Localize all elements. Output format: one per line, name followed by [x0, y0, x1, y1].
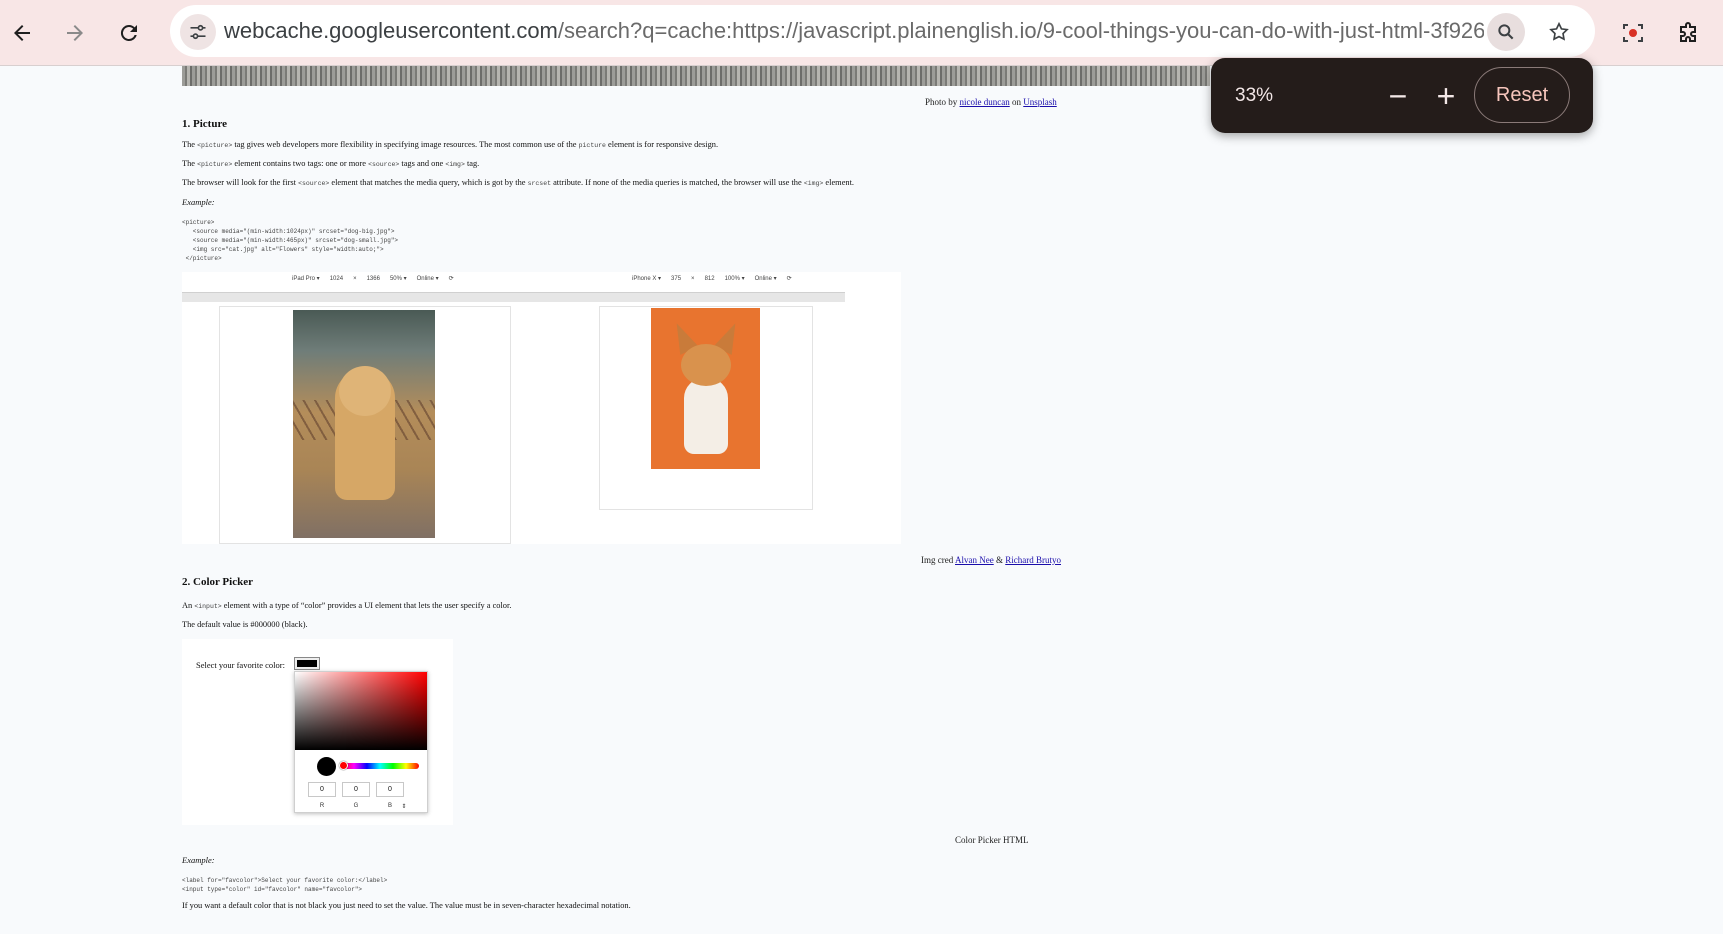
green-label: G: [353, 803, 359, 809]
section-title-color-picker: 2. Color Picker: [182, 576, 253, 588]
zoom-in-button[interactable]: +: [1426, 76, 1466, 116]
zoom-popup: 33% − + Reset: [1211, 58, 1593, 133]
page-content: Photo by nicole duncan on Unsplash 1. Pi…: [0, 66, 1723, 934]
zoom-reset-button[interactable]: Reset: [1474, 67, 1570, 123]
arrow-right-icon: [67, 25, 83, 41]
devtools-bar-iphone: iPhone X ▾ 375 × 812 100% ▾ Online ▾ ⟳: [632, 276, 792, 282]
zoom-out-button[interactable]: −: [1378, 76, 1418, 116]
back-button[interactable]: [2, 13, 42, 53]
reload-icon: [120, 24, 137, 41]
red-field[interactable]: 0: [308, 782, 336, 797]
example-label: Example:: [182, 855, 215, 865]
section-title-picture: 1. Picture: [182, 118, 228, 130]
img-credit: Img cred Alvan Nee & Richard Brutyo: [921, 555, 1061, 565]
devtools-bar-ipad: iPad Pro ▾ 1024 × 1366 50% ▾ Online ▾ ⟳: [292, 276, 454, 282]
responsive-preview-image: iPad Pro ▾ 1024 × 1366 50% ▾ Online ▾ ⟳ iPhone…: [182, 272, 901, 544]
url-host: webcache.googleusercontent.com: [224, 18, 558, 43]
devtools-ruler: [182, 292, 845, 302]
hero-image: [182, 66, 1210, 86]
paragraph: The <picture> tag gives web developers m…: [182, 140, 719, 149]
img-credit-prefix: Img cred: [921, 555, 954, 565]
green-field[interactable]: 0: [342, 782, 370, 797]
magnifier-icon: [1498, 24, 1514, 40]
rotate-icon: ⟳: [448, 276, 454, 282]
forward-button[interactable]: [55, 13, 95, 53]
red-label: R: [319, 803, 325, 809]
paragraph: The <picture> element contains two tags:…: [182, 159, 480, 168]
bookmark-button[interactable]: [1540, 13, 1578, 51]
reload-button[interactable]: [109, 13, 149, 53]
author-link[interactable]: Richard Brutyo: [1005, 555, 1061, 565]
site-info-button[interactable]: [180, 14, 216, 50]
rotate-icon: ⟳: [786, 276, 792, 282]
author-link[interactable]: Alvan Nee: [955, 555, 994, 565]
blue-field[interactable]: 0: [376, 782, 404, 797]
zoom-indicator-button[interactable]: [1487, 13, 1525, 51]
photo-credit-mid: on: [1012, 97, 1021, 107]
paragraph: The browser will look for the first <sou…: [182, 178, 855, 187]
photo-credit-prefix: Photo by: [925, 97, 958, 107]
arrow-left-icon: [14, 25, 30, 41]
saturation-value-area[interactable]: [295, 672, 427, 750]
example-label: Example:: [182, 197, 215, 207]
record-icon: [1623, 24, 1643, 42]
url-path: /search?q=cache:https://javascript.plain…: [557, 18, 1484, 43]
code-block-color: <label for="favcolor">Select your favori…: [182, 877, 388, 893]
puzzle-icon: [1680, 22, 1696, 42]
paragraph: If you want a default color that is not …: [182, 901, 631, 910]
color-picker-demo: Select your favorite color: 0 0 0 R G B …: [182, 639, 453, 825]
corgi-photo: [651, 308, 760, 469]
code-block-picture: <picture> <source media="(min-width:1024…: [182, 219, 399, 262]
paragraph: An <input> element with a type of “color…: [182, 601, 512, 610]
hue-slider-handle[interactable]: [339, 761, 348, 770]
tune-icon: [190, 24, 206, 40]
star-icon: [1549, 21, 1569, 41]
unsplash-link[interactable]: Unsplash: [1023, 97, 1057, 107]
color-label: Select your favorite color:: [196, 660, 285, 670]
color-picker-caption: Color Picker HTML: [955, 835, 1029, 845]
url-text[interactable]: webcache.googleusercontent.com/search?q=…: [224, 5, 1484, 57]
browser-toolbar: webcache.googleusercontent.com/search?q=…: [0, 0, 1723, 66]
photo-credit: Photo by nicole duncan on Unsplash: [925, 97, 1057, 107]
photo-author-link[interactable]: nicole duncan: [960, 97, 1010, 107]
paragraph: The default value is #000000 (black).: [182, 620, 308, 629]
hue-slider[interactable]: [341, 763, 419, 769]
format-toggle-icon[interactable]: ⇕: [398, 803, 410, 810]
address-bar[interactable]: webcache.googleusercontent.com/search?q=…: [170, 5, 1595, 57]
img-credit-amp: &: [995, 555, 1003, 565]
zoom-level: 33%: [1235, 85, 1274, 106]
color-preview-swatch: [317, 757, 336, 776]
dog-photo: [293, 310, 435, 538]
screen-capture-button[interactable]: [1613, 13, 1653, 53]
extensions-button[interactable]: [1668, 13, 1708, 53]
color-input[interactable]: [294, 657, 320, 670]
color-picker-popup: 0 0 0 R G B ⇕: [294, 671, 428, 813]
